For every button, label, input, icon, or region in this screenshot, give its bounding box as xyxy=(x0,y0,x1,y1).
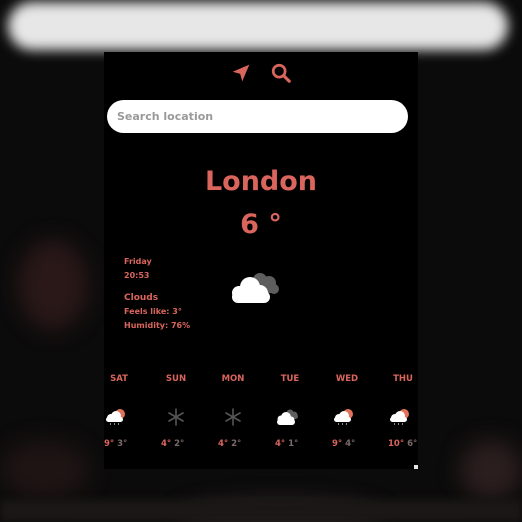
blurred-background-shape xyxy=(460,440,522,500)
weather-app: London 6 ° Friday 20:53 Clouds Feels lik… xyxy=(104,52,418,469)
forecast-day-name: MON xyxy=(221,374,245,384)
forecast-temps: 10° 6° xyxy=(388,439,418,449)
search-button[interactable] xyxy=(269,61,293,85)
city-name: London xyxy=(204,166,318,197)
blurred-background-shape xyxy=(0,440,90,500)
current-time: 20:53 xyxy=(124,271,150,280)
search-input[interactable] xyxy=(107,100,408,133)
sun-cloud-rain-icon xyxy=(390,409,409,425)
forecast-high: 4° xyxy=(218,439,229,449)
forecast-low: 4° xyxy=(345,439,356,449)
forecast-day-name: WED xyxy=(335,374,359,384)
clouds-icon xyxy=(232,273,279,303)
blurred-background-bar xyxy=(8,2,508,50)
magnifier-icon xyxy=(271,63,291,83)
forecast-temps: 9° 3° xyxy=(104,439,144,449)
forecast-temps: 4° 2° xyxy=(161,439,201,449)
forecast-day-name: SAT xyxy=(110,374,128,384)
snowflake-icon xyxy=(225,408,241,426)
forecast-high: 9° xyxy=(104,439,115,449)
forecast-day-name: THU xyxy=(393,374,413,384)
toolbar xyxy=(104,61,418,85)
current-location-button[interactable] xyxy=(229,61,253,85)
forecast-low: 1° xyxy=(288,439,299,449)
humidity: Humidity: 76% xyxy=(124,321,191,330)
navigation-arrow-icon xyxy=(232,64,250,82)
forecast-low: 2° xyxy=(231,439,242,449)
blurred-background-bar xyxy=(0,500,522,522)
forecast-day-name: TUE xyxy=(280,374,300,384)
forecast-day-name: SUN xyxy=(165,374,187,384)
current-temperature: 6 ° xyxy=(240,209,282,240)
blurred-background-shape xyxy=(18,240,88,330)
current-condition: Clouds xyxy=(124,293,159,303)
forecast-temps: 4° 2° xyxy=(218,439,258,449)
forecast-low: 3° xyxy=(117,439,128,449)
sun-cloud-rain-icon xyxy=(106,409,125,425)
forecast-low: 2° xyxy=(174,439,185,449)
forecast-list: SAT 9° 3° SUN 4° 2° MON 4° 2° TUE 4° 1° … xyxy=(104,374,418,454)
screen: London 6 ° Friday 20:53 Clouds Feels lik… xyxy=(0,0,522,522)
clouds-icon xyxy=(277,409,298,425)
forecast-temps: 4° 1° xyxy=(275,439,315,449)
current-details: Friday 20:53 Clouds Feels like: 3° Humid… xyxy=(124,255,190,333)
feels-like: Feels like: 3° xyxy=(124,307,182,316)
resize-handle xyxy=(414,465,418,469)
sun-cloud-rain-icon xyxy=(334,409,353,425)
forecast-low: 6° xyxy=(407,439,418,449)
forecast-temps: 9° 4° xyxy=(332,439,372,449)
forecast-high: 10° xyxy=(388,439,405,449)
current-day: Friday xyxy=(124,257,152,266)
snowflake-icon xyxy=(168,408,184,426)
forecast-high: 9° xyxy=(332,439,343,449)
forecast-high: 4° xyxy=(275,439,286,449)
forecast-high: 4° xyxy=(161,439,172,449)
